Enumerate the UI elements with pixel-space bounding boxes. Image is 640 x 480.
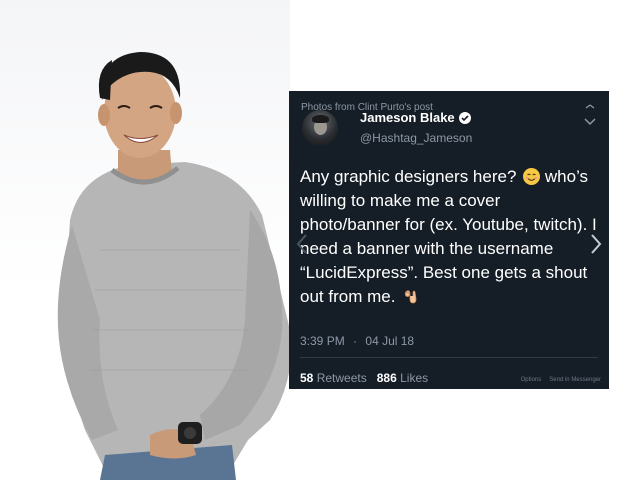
verified-badge-icon [458, 111, 471, 124]
tweet-card: Photos from Clint Purto's post Jameson B… [289, 91, 609, 389]
tweet-text: Any graphic designers here? who’s willin… [300, 165, 600, 309]
author-handle[interactable]: @Hashtag_Jameson [360, 131, 472, 145]
divider [300, 357, 598, 358]
person-photo [57, 52, 292, 480]
likes-label: Likes [400, 371, 429, 385]
likes-count: 886 [376, 371, 397, 385]
previous-arrow-icon[interactable] [295, 233, 309, 255]
tweet-text-line1: Any graphic designers here? [300, 167, 517, 186]
timestamp-separator: · [353, 334, 358, 348]
next-arrow-icon[interactable] [589, 233, 603, 255]
retweets-stat[interactable]: 58 Retweets [300, 371, 367, 385]
retweets-label: Retweets [316, 371, 367, 385]
author-name-row[interactable]: Jameson Blake [360, 110, 471, 125]
avatar-hair [312, 115, 329, 123]
tweet-stats: 58 Retweets 886 Likes [300, 371, 428, 385]
tweet-time: 3:39 PM [300, 334, 345, 348]
options-link[interactable]: Options [521, 377, 542, 383]
retweets-count: 58 [300, 371, 314, 385]
likes-stat[interactable]: 886 Likes [377, 371, 428, 385]
ok-hand-emoji-icon [404, 290, 417, 304]
caret-down-icon[interactable] [583, 104, 597, 126]
tweet-timestamp[interactable]: 3:39 PM · 04 Jul 18 [300, 334, 414, 348]
tweet-date: 04 Jul 18 [365, 334, 415, 348]
footer-actions: Options Send in Messenger [521, 377, 601, 383]
author-name[interactable]: Jameson Blake [360, 110, 455, 125]
send-in-messenger-link[interactable]: Send in Messenger [549, 377, 601, 383]
smile-emoji-icon [523, 168, 541, 185]
avatar[interactable] [302, 110, 338, 146]
tweet-text-rest: who’s willing to make me a cover photo/b… [300, 167, 597, 306]
